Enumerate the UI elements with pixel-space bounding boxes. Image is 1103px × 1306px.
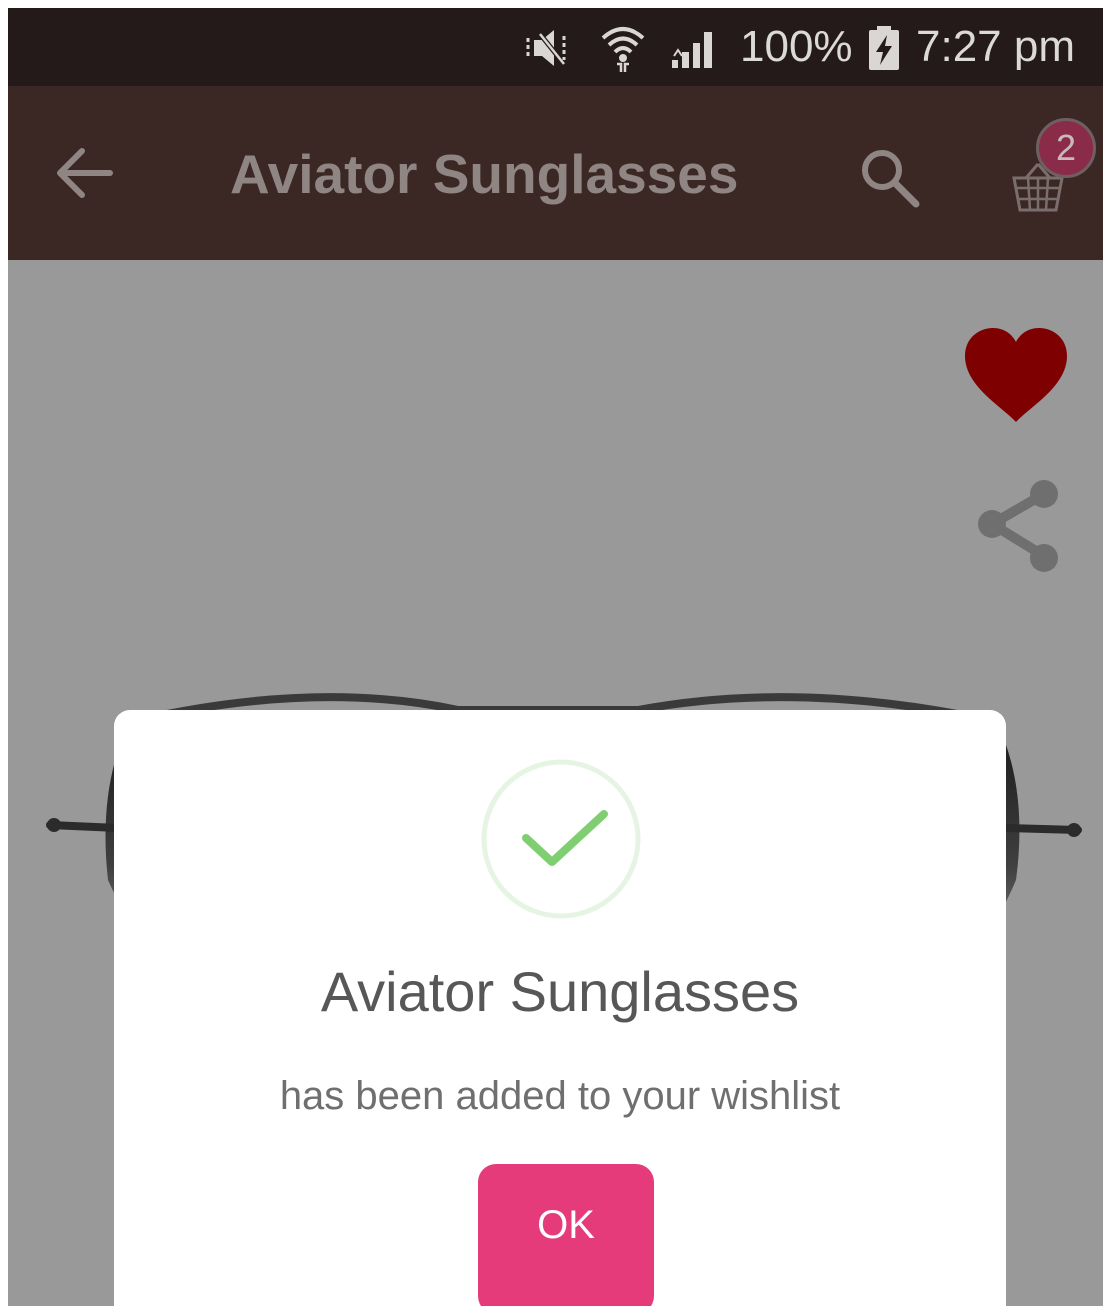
battery-charging-icon [866, 24, 902, 77]
ok-button-label: OK [537, 1203, 595, 1247]
search-icon [862, 150, 920, 208]
heart-icon [965, 328, 1067, 422]
wifi-icon [600, 24, 646, 79]
dialog-title: Aviator Sunglasses [320, 960, 800, 1023]
page-title: Aviator Sunglasses [230, 143, 739, 205]
battery-percent: 100% [740, 22, 853, 71]
success-check-icon [480, 758, 642, 920]
share-icon [978, 480, 1058, 572]
wishlist-button[interactable] [963, 326, 1069, 424]
wishlist-success-dialog: Aviator Sunglasses has been added to you… [114, 710, 1006, 1306]
clock: 7:27 pm [916, 22, 1075, 71]
dialog-message: has been added to your wishlist [279, 1074, 841, 1118]
mute-icon [520, 26, 584, 75]
status-bar: 100% 7:27 pm [8, 8, 1103, 86]
phone-screen: 100% 7:27 pm Aviator Sunglasses 2 Aviato… [8, 8, 1103, 1306]
arrow-left-icon [57, 148, 113, 198]
signal-icon [668, 26, 724, 75]
back-button[interactable] [44, 138, 124, 208]
share-button[interactable] [972, 478, 1062, 574]
ok-button[interactable]: OK [478, 1164, 654, 1306]
cart-count-badge: 2 [1036, 118, 1096, 178]
search-button[interactable] [856, 144, 926, 214]
app-toolbar: Aviator Sunglasses 2 [8, 86, 1103, 260]
